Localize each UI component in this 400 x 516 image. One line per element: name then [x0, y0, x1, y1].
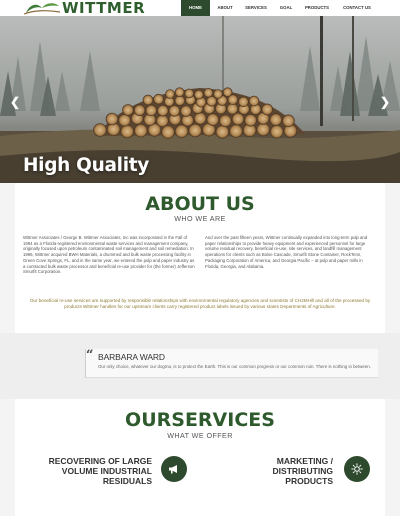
hero-slider: High Quality ❮ ❯	[0, 16, 400, 183]
service-marketing-label[interactable]: MARKETING / DISTRIBUTING PRODUCTS	[240, 456, 333, 487]
nav-goal[interactable]: GOAL	[272, 0, 300, 16]
nav-about[interactable]: ABOUT	[210, 0, 240, 16]
services-subtitle: WHAT WE OFFER	[167, 431, 233, 440]
about-paragraph-right: And over the past fifteen years, Wittmer…	[205, 235, 368, 269]
quote-icon: “	[86, 348, 94, 363]
about-subtitle: WHO WE ARE	[174, 214, 226, 223]
sun-icon[interactable]	[344, 456, 370, 482]
chevron-left-icon[interactable]: ❮	[10, 96, 20, 108]
nav-products[interactable]: PRODUCTS	[300, 0, 334, 16]
about-highlight: Our beneficial re-use services are suppo…	[29, 298, 371, 310]
leaf-logo-icon	[23, 3, 61, 15]
nav-contact[interactable]: CONTACT US	[334, 0, 380, 16]
chevron-right-icon[interactable]: ❯	[380, 96, 390, 108]
about-title: ABOUT US	[145, 193, 255, 215]
testimonial-quote: Our only choice, whatever our dogma, is …	[98, 364, 371, 369]
logo[interactable]: WITTMER	[22, 0, 145, 16]
nav-services[interactable]: SERVICES	[240, 0, 272, 16]
nav-home[interactable]: HOME	[181, 0, 210, 16]
service-recovering-label[interactable]: RECOVERING OF LARGE VOLUME INDUSTRIAL RE…	[32, 456, 152, 487]
about-paragraph-left: Wittmer Associates / George B. Wittmer A…	[23, 235, 195, 275]
top-nav: WITTMER HOME ABOUT SERVICES GOAL PRODUCT…	[0, 0, 400, 16]
main-menu: HOME ABOUT SERVICES GOAL PRODUCTS CONTAC…	[181, 0, 380, 16]
megaphone-icon[interactable]	[161, 456, 187, 482]
hero-title: High Quality	[23, 155, 150, 176]
brand-name: WITTMER	[62, 0, 146, 17]
testimonial-author: BARBARA WARD	[98, 352, 165, 362]
services-title: OURSERVICES	[125, 409, 275, 431]
